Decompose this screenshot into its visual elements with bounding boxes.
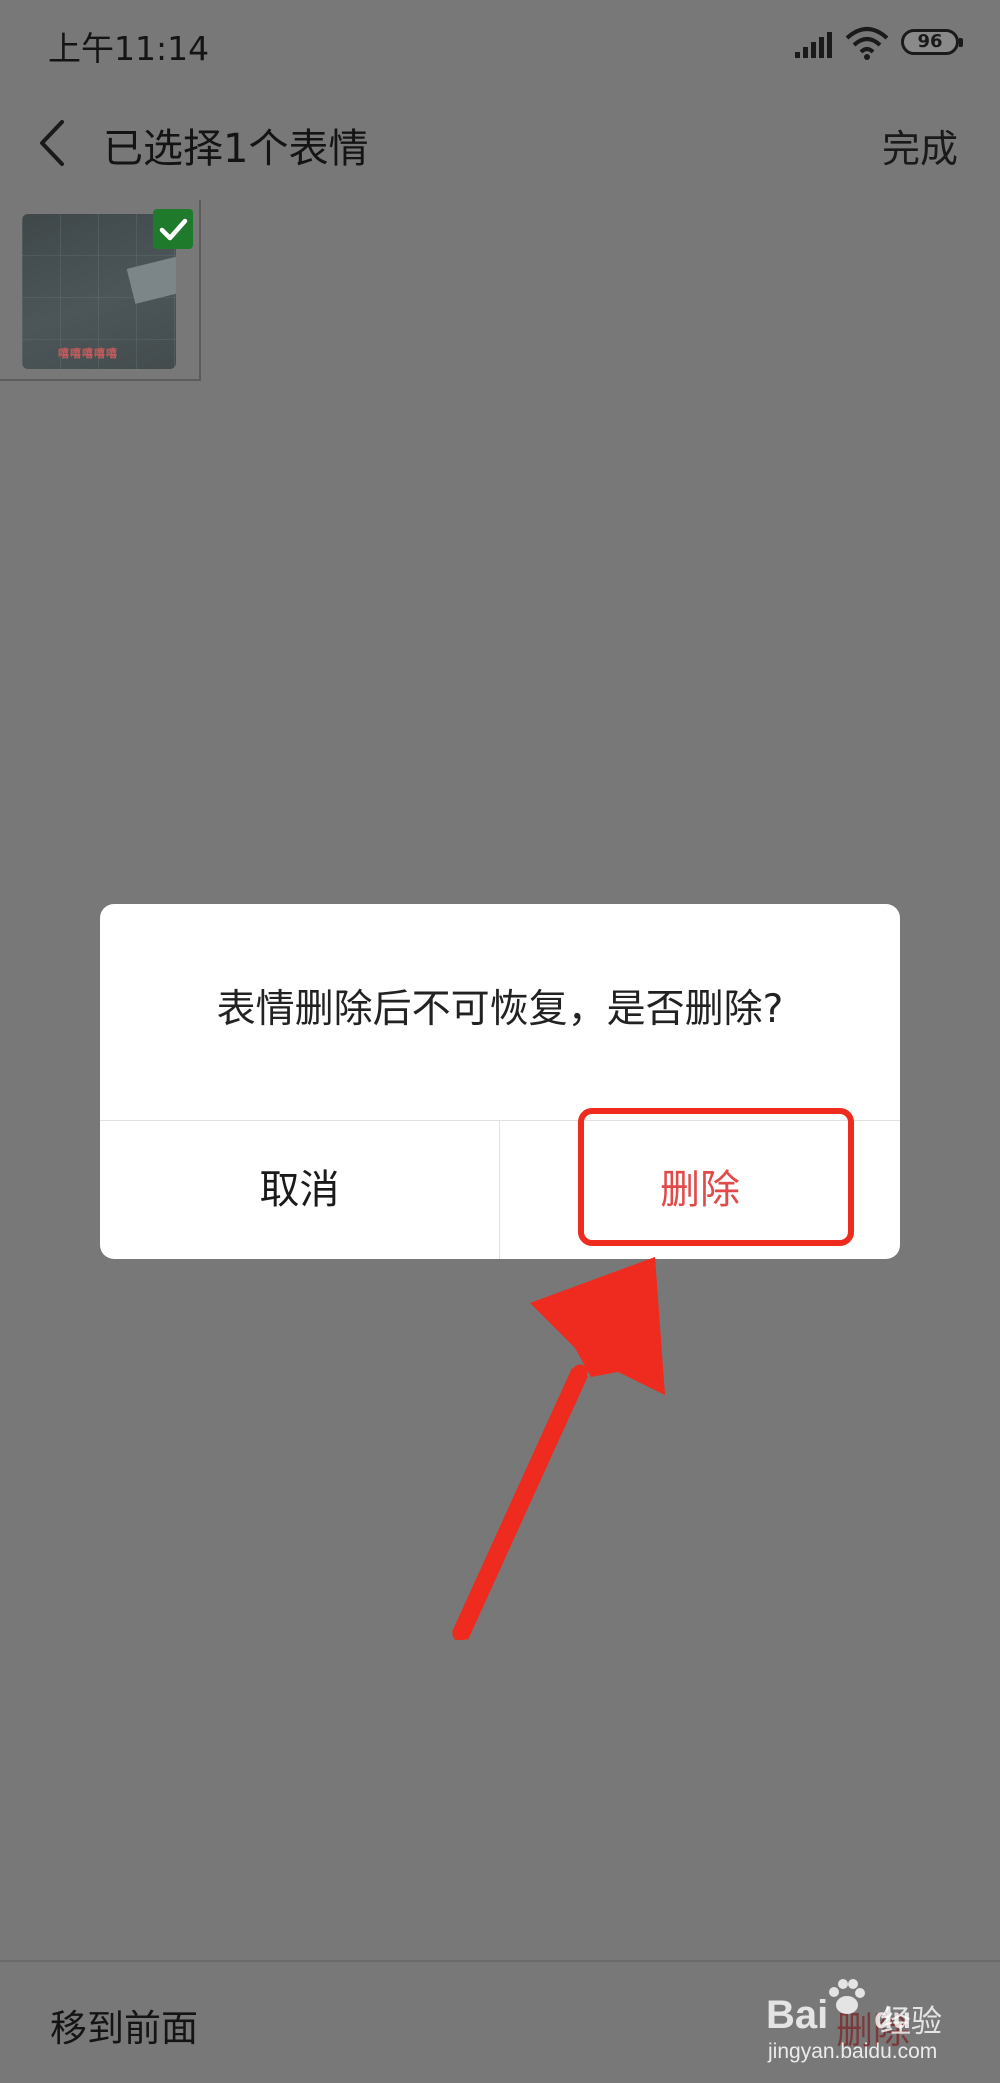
highlight-box xyxy=(578,1108,854,1246)
watermark-logo-text: Bai xyxy=(766,1993,829,2037)
chevron-left-icon[interactable] xyxy=(20,108,90,178)
move-to-front-button[interactable]: 移到前面 xyxy=(50,1998,198,2052)
sticker-caption: 嘻嘻嘻嘻嘻 xyxy=(58,347,118,360)
done-button[interactable]: 完成 xyxy=(882,118,958,173)
cancel-button[interactable]: 取消 xyxy=(100,1121,499,1259)
dialog-message: 表情删除后不可恢复，是否删除? xyxy=(216,987,784,1032)
nav-bar: 已选择1个表情 完成 xyxy=(0,90,1000,200)
wifi-icon xyxy=(845,27,889,60)
checkmark-icon[interactable] xyxy=(153,209,193,249)
battery-icon: 96 xyxy=(901,29,963,55)
battery-level: 96 xyxy=(917,31,943,52)
status-time: 上午11:14 xyxy=(48,29,210,68)
page-title: 已选择1个表情 xyxy=(103,126,369,172)
watermark-brand: 经验 xyxy=(880,2004,942,2040)
watermark-url: jingyan.baidu.com xyxy=(768,2040,938,2063)
arrow-icon xyxy=(452,1257,665,1640)
paw-icon xyxy=(829,1979,865,2014)
signal-icon xyxy=(795,32,832,58)
status-bar: 上午11:14 96 xyxy=(0,0,1000,90)
